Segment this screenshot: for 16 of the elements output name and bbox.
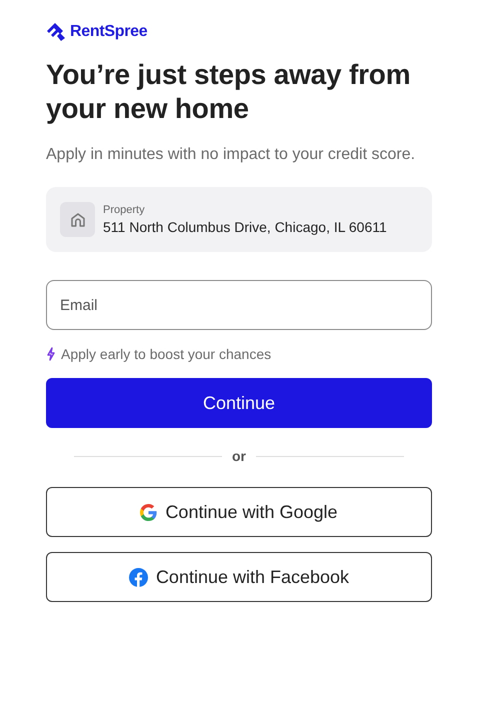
social-login-button[interactable]: Continue with Facebook [46,552,432,602]
logo-icon [46,22,66,42]
hint-text: Apply early to boost your chances [61,346,272,362]
social-login-button[interactable]: Continue with Google [46,487,432,537]
email-field[interactable]: Email [46,280,432,330]
google-icon [140,504,158,520]
lightning-icon [46,347,56,361]
page-title: You’re just steps away from your new home [46,58,412,126]
brand-name: RentSpree [70,23,148,41]
facebook-icon [128,568,148,586]
property-label: Property [103,204,146,216]
home-icon [60,202,95,237]
continue-button[interactable]: Continue [46,378,432,428]
property-address: 511 North Columbus Drive, Chicago, IL 60611 [103,219,387,235]
subtitle: Apply in minutes with no impact to your credit score. [46,145,416,165]
divider-text: or [232,448,246,464]
